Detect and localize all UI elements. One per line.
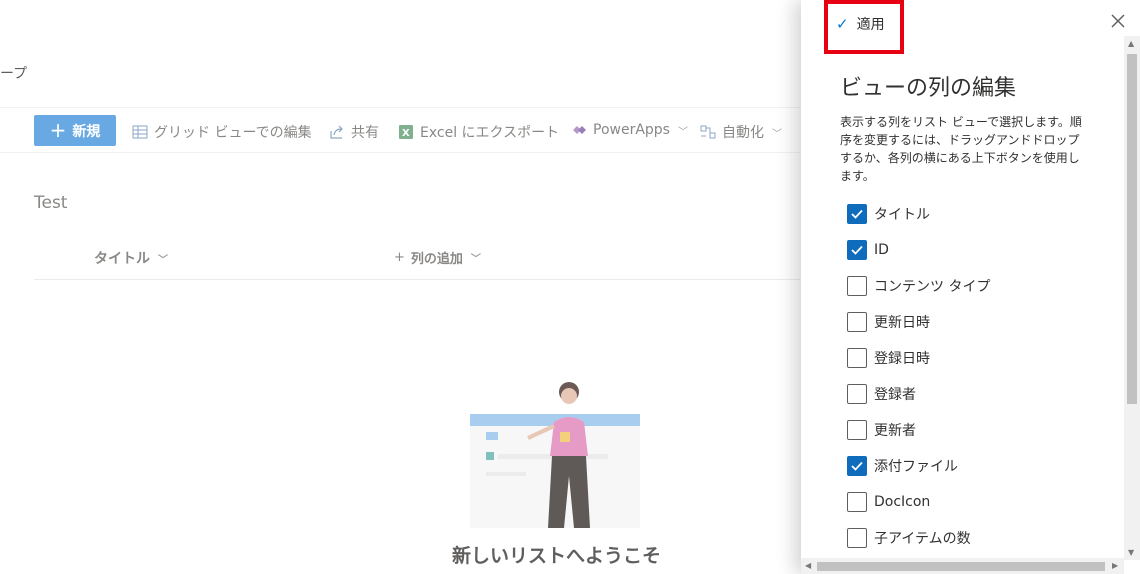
- excel-icon: X: [398, 124, 414, 140]
- column-header-row: タイトル ﹀ + 列の追加 ﹀: [34, 240, 800, 280]
- column-option-created-by[interactable]: 登録者: [847, 376, 1117, 412]
- checkbox[interactable]: [847, 276, 867, 296]
- column-option-label: コンテンツ タイプ: [874, 279, 991, 295]
- column-option-label: 登録者: [874, 387, 916, 403]
- checkbox[interactable]: [847, 348, 867, 368]
- new-button[interactable]: + 新規: [34, 115, 116, 146]
- add-column-label: 列の追加: [410, 252, 463, 267]
- automate-label: 自動化: [722, 125, 764, 141]
- list-title: Test: [34, 193, 68, 213]
- automate-icon: [700, 124, 716, 140]
- page: ープ + 新規 グリッド ビューでの編集 共有 X Excel にエクスポート …: [0, 0, 1140, 574]
- panel-title: ビューの列の編集: [840, 76, 1017, 101]
- excel-export-button[interactable]: X Excel にエクスポート: [398, 122, 559, 142]
- scrollbar-thumb[interactable]: [817, 562, 1105, 571]
- excel-export-label: Excel にエクスポート: [420, 125, 560, 141]
- edit-view-columns-panel: ✓ 適用 ビューの列の編集 表示する列をリスト ビューで選択します。順序を変更す…: [801, 0, 1140, 574]
- vertical-scrollbar[interactable]: ▲ ▼: [1124, 36, 1140, 560]
- scroll-left-arrow-icon[interactable]: ◀: [805, 561, 811, 570]
- column-option-content-type[interactable]: コンテンツ タイプ: [847, 268, 1117, 304]
- column-option-label: 添付ファイル: [874, 459, 958, 475]
- column-option-modified[interactable]: 更新日時: [847, 304, 1117, 340]
- powerapps-label: PowerApps: [593, 122, 670, 138]
- grid-icon: [132, 124, 148, 140]
- checkbox[interactable]: [847, 384, 867, 404]
- svg-text:X: X: [402, 128, 410, 139]
- column-option-created[interactable]: 登録日時: [847, 340, 1117, 376]
- column-checkbox-list: タイトル ID コンテンツ タイプ 更新日時 登録日時 登録者 更新者 添付ファ…: [847, 196, 1117, 558]
- checkmark-icon: ✓: [836, 15, 849, 33]
- checkbox[interactable]: [847, 312, 867, 332]
- scroll-up-arrow-icon[interactable]: ▲: [1128, 39, 1134, 48]
- scroll-right-arrow-icon[interactable]: ▶: [1112, 561, 1118, 570]
- add-column-button[interactable]: + 列の追加 ﹀: [394, 248, 481, 267]
- checkbox[interactable]: [847, 528, 867, 548]
- command-bar: + 新規 グリッド ビューでの編集 共有 X Excel にエクスポート Pow…: [0, 107, 800, 153]
- plus-icon: +: [49, 117, 67, 142]
- grid-edit-label: グリッド ビューでの編集: [154, 125, 312, 141]
- apply-button-highlight: ✓ 適用: [824, 0, 904, 54]
- share-icon: [329, 124, 345, 140]
- list-view-background: ープ + 新規 グリッド ビューでの編集 共有 X Excel にエクスポート …: [0, 0, 800, 574]
- column-header-title[interactable]: タイトル ﹀: [94, 248, 168, 268]
- column-option-label: DocIcon: [874, 494, 931, 510]
- column-option-label: 登録日時: [874, 351, 930, 367]
- checkbox[interactable]: [847, 204, 867, 224]
- share-label: 共有: [351, 125, 379, 141]
- column-option-attachments[interactable]: 添付ファイル: [847, 448, 1117, 484]
- chevron-down-icon: ﹀: [470, 254, 481, 265]
- apply-label: 適用: [856, 17, 885, 33]
- scrollbar-thumb[interactable]: [1127, 54, 1137, 404]
- chevron-down-icon: ﹀: [772, 128, 782, 140]
- new-button-label: 新規: [72, 123, 101, 140]
- chevron-down-icon: ﹀: [158, 254, 168, 266]
- apply-button[interactable]: ✓ 適用: [832, 8, 896, 40]
- plus-icon: +: [394, 250, 405, 265]
- column-header-label: タイトル: [94, 251, 150, 267]
- column-option-id[interactable]: ID: [847, 232, 1117, 268]
- column-option-modified-by[interactable]: 更新者: [847, 412, 1117, 448]
- checkbox[interactable]: [847, 456, 867, 476]
- checkbox[interactable]: [847, 240, 867, 260]
- breadcrumb[interactable]: ープ: [0, 63, 27, 83]
- powerapps-icon: [571, 122, 587, 138]
- welcome-illustration: [470, 382, 640, 528]
- checkbox[interactable]: [847, 492, 867, 512]
- horizontal-scrollbar[interactable]: ◀ ▶: [801, 558, 1124, 574]
- column-option-child-count[interactable]: 子アイテムの数: [847, 520, 1117, 556]
- checkbox[interactable]: [847, 420, 867, 440]
- column-option-title[interactable]: タイトル: [847, 196, 1117, 232]
- close-icon[interactable]: [1109, 12, 1127, 30]
- share-button[interactable]: 共有: [329, 122, 379, 142]
- grid-edit-button[interactable]: グリッド ビューでの編集: [132, 122, 312, 142]
- column-option-label: 子アイテムの数: [874, 531, 971, 547]
- column-option-label: 更新日時: [874, 315, 930, 331]
- scroll-down-arrow-icon[interactable]: ▼: [1128, 548, 1134, 557]
- automate-menu[interactable]: 自動化 ﹀: [700, 122, 782, 142]
- powerapps-menu[interactable]: PowerApps ﹀: [571, 122, 688, 138]
- column-option-label: ID: [874, 242, 889, 258]
- column-option-label: タイトル: [874, 207, 930, 223]
- column-option-docicon[interactable]: DocIcon: [847, 484, 1117, 520]
- welcome-text: 新しいリストへようこそ: [452, 545, 662, 567]
- column-option-label: 更新者: [874, 423, 916, 439]
- panel-description: 表示する列をリスト ビューで選択します。順序を変更するには、ドラッグアンドドロッ…: [840, 115, 1082, 183]
- chevron-down-icon: ﹀: [677, 126, 688, 138]
